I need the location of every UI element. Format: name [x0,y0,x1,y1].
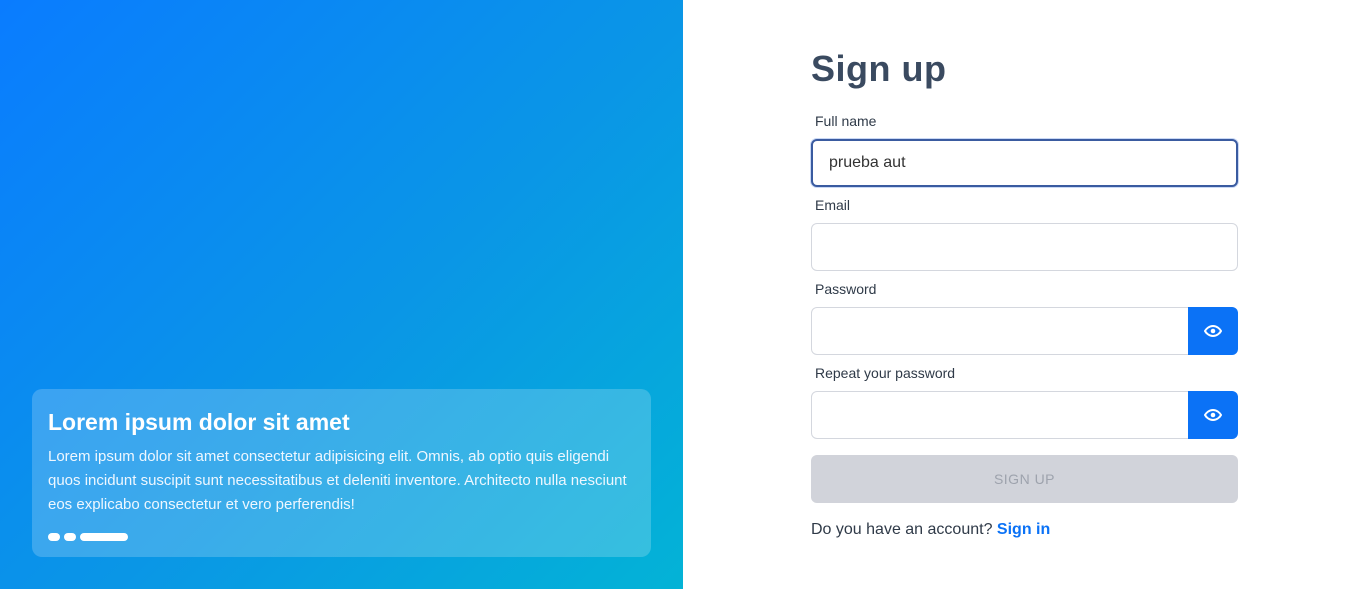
signin-prompt: Do you have an account? Sign in [811,521,1050,539]
eye-icon [1204,325,1222,337]
hero-text: Lorem ipsum dolor sit amet consectetur a… [48,448,627,513]
signin-link[interactable]: Sign in [997,521,1050,538]
toggle-repeat-password-button[interactable] [1188,391,1238,439]
full-name-label: Full name [815,113,877,129]
repeat-password-label: Repeat your password [815,365,956,381]
signup-panel: Sign up Full name Email Password Repeat … [683,0,1366,589]
carousel-dot[interactable] [48,533,60,541]
hero-title: Lorem ipsum dolor sit amet [48,409,350,435]
hero-panel: Lorem ipsum dolor sit amet Lorem ipsum d… [0,0,683,589]
password-label: Password [815,281,877,297]
email-label: Email [815,197,851,213]
eye-icon [1204,409,1222,421]
repeat-password-field[interactable] [811,391,1189,439]
signin-prompt-text: Do you have an account? [811,521,993,538]
carousel-dot[interactable] [64,533,76,541]
toggle-password-button[interactable] [1188,307,1238,355]
page-title: Sign up [811,48,947,89]
signup-button[interactable]: SIGN UP [811,455,1238,503]
carousel-indicators [48,533,128,541]
hero-card: Lorem ipsum dolor sit amet Lorem ipsum d… [32,389,651,557]
full-name-field[interactable] [811,139,1238,187]
password-field[interactable] [811,307,1189,355]
carousel-dot-active[interactable] [80,533,128,541]
email-field[interactable] [811,223,1238,271]
